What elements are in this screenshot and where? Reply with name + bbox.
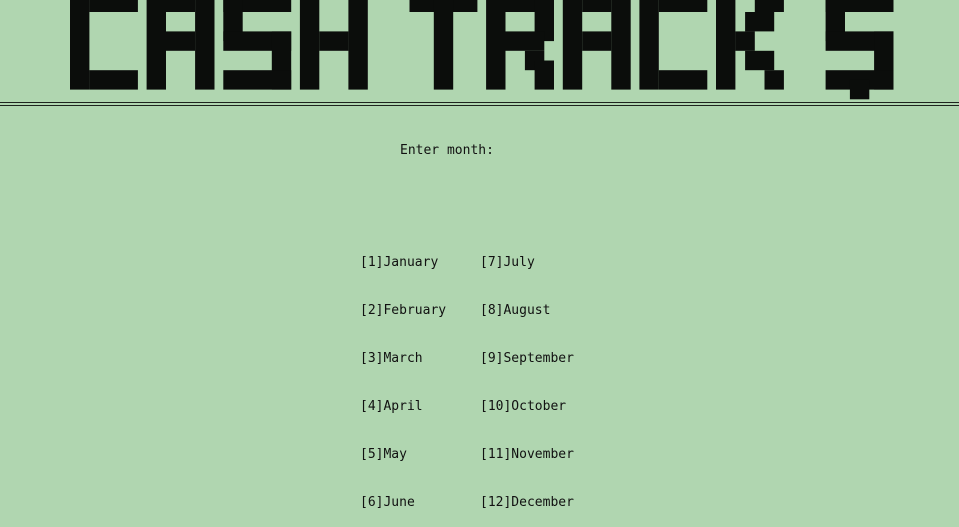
month-option-august[interactable]: [8]August xyxy=(480,303,574,319)
title-glyph xyxy=(70,0,138,90)
title-glyph xyxy=(486,0,554,90)
title-glyph xyxy=(146,0,215,90)
title-glyph xyxy=(223,0,292,90)
title-glyph xyxy=(409,0,478,90)
title-glyph xyxy=(716,0,784,90)
title-glyph xyxy=(299,0,368,90)
month-option-february[interactable]: [2]February xyxy=(360,303,446,319)
month-option-january[interactable]: [1]January xyxy=(360,255,446,271)
month-option-september[interactable]: [9]September xyxy=(480,351,574,367)
title-glyph xyxy=(562,0,631,90)
divider xyxy=(0,105,959,106)
title-glyph xyxy=(639,0,708,90)
month-option-april[interactable]: [4]April xyxy=(360,399,446,415)
month-option-december[interactable]: [12]December xyxy=(480,495,574,511)
month-menu-right: [7]July [8]August [9]September [10]Octob… xyxy=(480,223,574,527)
month-option-march[interactable]: [3]March xyxy=(360,351,446,367)
pixel-title-art xyxy=(70,0,894,100)
month-menu-left: [1]January [2]February [3]March [4]April… xyxy=(360,223,446,527)
month-option-may[interactable]: [5]May xyxy=(360,447,446,463)
month-option-november[interactable]: [11]November xyxy=(480,447,574,463)
month-option-july[interactable]: [7]July xyxy=(480,255,574,271)
month-option-october[interactable]: [10]October xyxy=(480,399,574,415)
app-title-banner xyxy=(0,0,959,100)
title-glyph xyxy=(825,0,894,100)
month-option-june[interactable]: [6]June xyxy=(360,495,446,511)
divider xyxy=(0,102,959,103)
month-prompt-label: Enter month: xyxy=(400,143,494,158)
